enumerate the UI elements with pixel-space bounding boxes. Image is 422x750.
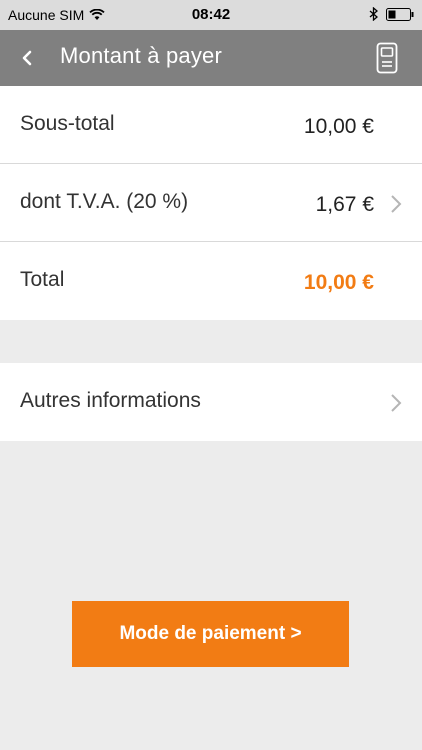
vat-row[interactable]: dont T.V.A. (20 %) 1,67 € — [0, 164, 422, 242]
status-right — [369, 7, 414, 21]
total-label: Total — [20, 268, 65, 291]
bluetooth-icon — [369, 7, 378, 21]
battery-icon — [386, 7, 414, 21]
other-info-group: Autres informations — [0, 363, 422, 441]
other-info-label: Autres informations — [20, 389, 201, 412]
vat-label: dont T.V.A. (20 %) — [20, 190, 189, 213]
total-row: Total 10,00 € — [0, 242, 422, 320]
back-chevron-icon[interactable] — [18, 46, 38, 70]
chevron-right-icon — [391, 394, 402, 412]
clock: 08:42 — [191, 6, 231, 23]
chevron-right-icon — [391, 195, 402, 213]
payment-method-button[interactable]: Mode de paiement > — [72, 601, 349, 667]
payment-terminal-icon[interactable] — [376, 42, 398, 74]
amount-summary: Sous-total 10,00 € dont T.V.A. (20 %) 1,… — [0, 86, 422, 320]
nav-bar: Montant à payer — [0, 30, 422, 86]
subtotal-label: Sous-total — [20, 112, 115, 135]
subtotal-value: 10,00 € — [303, 115, 374, 138]
subtotal-row: Sous-total 10,00 € — [0, 86, 422, 164]
status-bar: Aucune SIM 08:42 — [0, 0, 422, 30]
vat-value: 1,67 € — [315, 193, 374, 216]
total-value: 10,00 € — [303, 271, 374, 294]
other-info-row[interactable]: Autres informations — [0, 363, 422, 441]
page-title: Montant à payer — [60, 43, 222, 68]
